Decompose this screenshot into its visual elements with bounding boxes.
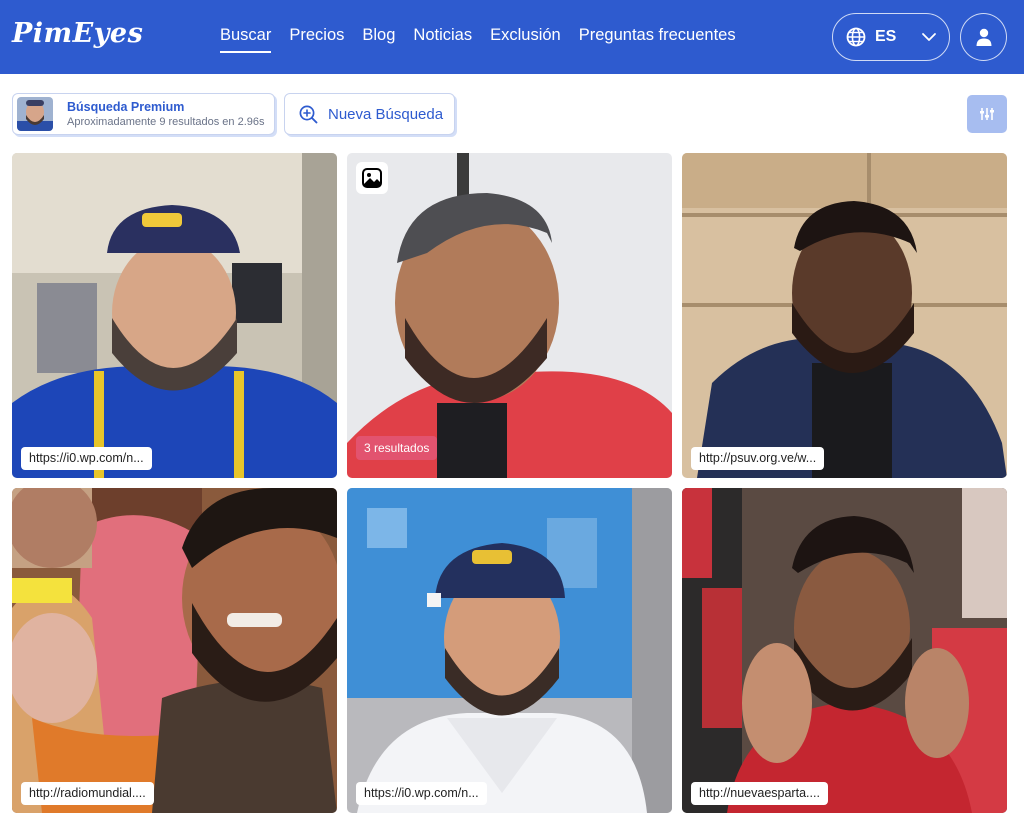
top-navigation-bar: PimEyes Buscar Precios Blog Noticias Exc… [0, 0, 1024, 74]
user-icon [976, 28, 992, 46]
result-url[interactable]: http://radiomundial.... [21, 782, 154, 805]
result-photo [12, 153, 337, 478]
filter-button[interactable] [967, 95, 1007, 133]
result-url[interactable]: https://i0.wp.com/n... [356, 782, 487, 805]
result-card[interactable]: https://i0.wp.com/n... [12, 153, 337, 478]
premium-search-summary[interactable]: Búsqueda Premium Aproximadamente 9 resul… [12, 93, 275, 135]
result-photo [347, 153, 672, 478]
chevron-down-icon [922, 33, 936, 41]
main-nav: Buscar Precios Blog Noticias Exclusión P… [220, 26, 736, 53]
result-photo [347, 488, 672, 813]
results-summary: Aproximadamente 9 resultados en 2.96s [67, 116, 265, 128]
result-card[interactable]: http://radiomundial.... [12, 488, 337, 813]
result-url[interactable]: http://nuevaesparta.... [691, 782, 828, 805]
query-face-thumbnail [17, 97, 53, 131]
results-count-badge[interactable]: 3 resultados [356, 436, 438, 460]
language-code: ES [875, 28, 897, 45]
logo-text: PimEyes [12, 18, 144, 49]
result-photo [682, 153, 1007, 478]
result-card[interactable]: 3 resultados [347, 153, 672, 478]
result-photo [682, 488, 1007, 813]
result-card[interactable]: http://nuevaesparta.... [682, 488, 1007, 813]
image-type-badge [356, 162, 388, 194]
new-search-button[interactable]: Nueva Búsqueda [284, 93, 455, 135]
pimeyes-logo[interactable]: PimEyes [12, 18, 143, 49]
result-photo [12, 488, 337, 813]
nav-buscar[interactable]: Buscar [220, 26, 272, 53]
result-card[interactable]: https://i0.wp.com/n... [347, 488, 672, 813]
premium-title: Búsqueda Premium [67, 100, 185, 114]
nav-faq[interactable]: Preguntas frecuentes [579, 26, 736, 51]
globe-icon [846, 27, 866, 47]
result-url[interactable]: http://psuv.org.ve/w... [691, 447, 825, 470]
sliders-icon [980, 108, 994, 120]
nav-noticias[interactable]: Noticias [413, 26, 472, 51]
new-search-label: Nueva Búsqueda [328, 106, 444, 123]
result-card[interactable]: http://psuv.org.ve/w... [682, 153, 1007, 478]
language-selector[interactable]: ES [832, 13, 950, 61]
nav-exclusion[interactable]: Exclusión [490, 26, 561, 51]
search-plus-icon [299, 105, 318, 124]
account-button[interactable] [960, 13, 1007, 61]
nav-precios[interactable]: Precios [289, 26, 344, 51]
nav-blog[interactable]: Blog [362, 26, 395, 51]
result-url[interactable]: https://i0.wp.com/n... [21, 447, 152, 470]
image-icon [362, 168, 382, 188]
